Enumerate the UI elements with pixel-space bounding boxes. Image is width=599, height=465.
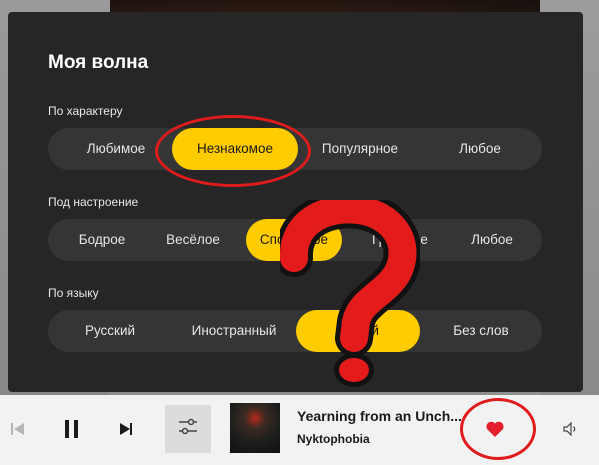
- equalizer-button[interactable]: [165, 405, 211, 453]
- option-energetic[interactable]: Бодрое: [60, 219, 144, 261]
- option-any-language[interactable]: Любой: [296, 310, 420, 352]
- prev-icon[interactable]: [6, 417, 30, 441]
- section-label-language: По языку: [48, 286, 99, 300]
- heart-icon[interactable]: [482, 417, 508, 441]
- pause-icon[interactable]: [58, 415, 86, 443]
- option-no-words[interactable]: Без слов: [432, 310, 530, 352]
- option-popular[interactable]: Популярное: [306, 128, 414, 170]
- option-cheerful[interactable]: Весёлое: [148, 219, 238, 261]
- option-unfamiliar[interactable]: Незнакомое: [172, 128, 298, 170]
- option-russian[interactable]: Русский: [62, 310, 158, 352]
- option-favorite[interactable]: Любимое: [66, 128, 166, 170]
- equalizer-icon: [177, 417, 199, 442]
- track-title[interactable]: Yearning from an Unch...: [297, 408, 462, 424]
- option-foreign[interactable]: Иностранный: [170, 310, 298, 352]
- language-segmented-control: Русский Иностранный Любой Без слов: [48, 310, 542, 352]
- option-any-mood[interactable]: Любое: [454, 219, 530, 261]
- mood-segmented-control: Бодрое Весёлое Спокойное Грустное Любое: [48, 219, 542, 261]
- character-segmented-control: Любимое Незнакомое Популярное Любое: [48, 128, 542, 170]
- panel-title: Моя волна: [48, 52, 149, 73]
- option-any[interactable]: Любое: [438, 128, 522, 170]
- volume-icon[interactable]: [560, 418, 582, 440]
- option-sad[interactable]: Грустное: [350, 219, 450, 261]
- section-label-character: По характеру: [48, 104, 123, 118]
- next-icon[interactable]: [114, 417, 138, 441]
- player-bar: Yearning from an Unch... Nyktophobia: [0, 395, 599, 465]
- section-label-mood: Под настроение: [48, 195, 139, 209]
- option-calm[interactable]: Спокойное: [246, 219, 342, 261]
- my-wave-settings-panel: Моя волна По характеру Любимое Незнакомо…: [8, 12, 583, 392]
- track-artist[interactable]: Nyktophobia: [297, 432, 370, 446]
- track-cover[interactable]: [230, 403, 280, 453]
